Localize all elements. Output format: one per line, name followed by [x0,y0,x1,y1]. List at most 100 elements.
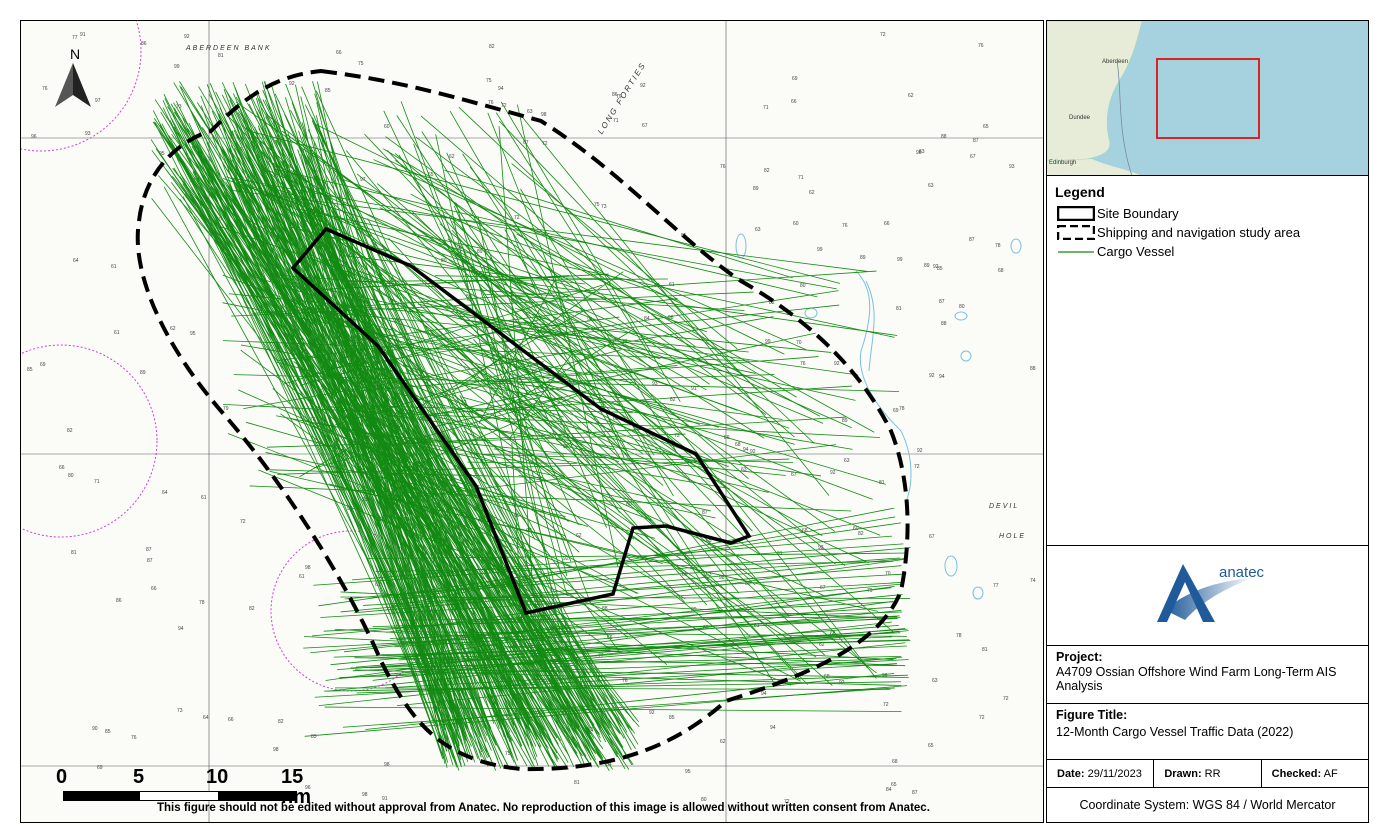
sounding: 71 [94,479,100,485]
map-canvas[interactable]: 89 63 60 97 71 78 95 99 65 92 75 71 98 91 67 83 76 62 97 80… [20,20,1044,823]
drawn-value: RR [1204,768,1221,780]
sounding: 65 [891,782,897,788]
sounding: 87 [147,558,153,564]
scale-bar: 0 5 10 15 nm [41,766,311,807]
cargo-vessel-tracks [150,81,911,771]
sounding: 63 [527,109,533,115]
legend-item-study-area: Shipping and navigation study area [1055,223,1360,242]
sounding: 99 [174,64,180,70]
sounding: 72 [240,519,246,525]
sounding: 63 [932,678,938,684]
sounding: 70 [796,340,802,346]
side-panel: Aberdeen Dundee Edinburgh Legend Site Bo… [1046,20,1369,823]
sounding: 98 [305,565,311,571]
sounding: 67 [642,123,648,129]
sounding: 89 [140,370,146,376]
sounding: 98 [362,792,368,798]
logo-word: anatec [1219,564,1265,581]
sounding: 82 [67,428,73,434]
sounding: 78 [199,600,205,606]
sounding: 62 [449,154,455,160]
date-label: Date: [1057,768,1085,780]
cargo-vessel-swatch-icon [1058,251,1094,253]
figure-title-text: 12-Month Cargo Vessel Traffic Data (2022… [1056,725,1294,739]
sounding: 68 [998,268,1004,274]
sounding: 76 [800,361,806,367]
sounding: 79 [867,588,873,594]
inset-label-aberdeen: Aberdeen [1102,59,1128,65]
drawn-cell: Drawn: RR [1154,760,1262,787]
sounding: 78 [995,243,1001,249]
sounding: 93 [1009,164,1015,170]
sounding: 85 [105,729,111,735]
legend-item-cargo-vessel: Cargo Vessel [1055,242,1360,261]
sounding: 92 [917,448,923,454]
sounding: 87 [969,237,975,243]
sounding: 66 [151,586,157,592]
north-arrow-icon: N [49,45,97,133]
sounding: 98 [384,762,390,768]
sounding: 76 [720,164,726,170]
sounding: 82 [489,44,495,50]
vessel-track [339,177,678,301]
sounding: 72 [1003,696,1009,702]
inset-land [1047,21,1143,162]
vessel-track [415,136,696,348]
sounding: 82 [249,606,255,612]
disclaimer: This figure should not be edited without… [157,802,930,814]
sounding: 64 [203,715,209,721]
inset-map-layer: Aberdeen Dundee Edinburgh [1047,21,1260,175]
sounding: 63 [741,467,747,473]
sounding: 72 [514,215,520,221]
scale-tick-10: 10 [206,766,229,788]
inset-map[interactable]: Aberdeen Dundee Edinburgh [1047,21,1368,176]
sounding: 87 [146,547,152,553]
sounding: 78 [899,406,905,412]
sounding: 60 [793,221,799,227]
sounding: 67 [970,154,976,160]
figure-title-label: Figure Title: [1056,708,1128,722]
scale-track [63,791,297,801]
sounding: 72 [914,464,920,470]
sounding: 75 [358,61,364,67]
vessel-track [372,621,892,681]
sounding: 85 [669,715,675,721]
sounding: 63 [755,227,761,233]
sounding: 94 [770,725,776,731]
sounding: 67 [820,585,826,591]
sounding: 81 [574,780,580,786]
sounding: 66 [791,99,797,105]
legend: Legend Site Boundary Shipping and naviga… [1047,176,1368,546]
sounding: 82 [858,531,864,537]
sounding: 80 [800,283,806,289]
inset-extent-frame [1156,58,1260,139]
sounding: 81 [982,647,988,653]
vessel-track [511,163,738,350]
scale-tick-5: 5 [133,766,145,788]
inset-label-dundee: Dundee [1069,115,1091,121]
chart-layer: 8963609771789599659275719891678376629780… [21,21,1043,822]
sounding: 83 [311,734,317,740]
sounding: 78 [956,633,962,639]
sounding: 71 [798,175,804,181]
sounding: 68 [892,759,898,765]
sounding: 61 [111,264,117,270]
sounding: 99 [817,247,823,253]
sounding: 63 [919,149,925,155]
sounding: 91 [691,386,697,392]
sounding: 81 [218,53,224,59]
sounding: 82 [278,719,284,725]
legend-label: Site Boundary [1097,206,1179,221]
sounding: 73 [177,708,183,714]
sounding: 98 [541,112,547,118]
sounding: 73 [601,204,607,210]
sounding: 76 [131,735,137,741]
sounding: 81 [71,550,77,556]
scale-tick-0: 0 [56,766,68,788]
sounding: 89 [924,263,930,269]
sounding: 94 [939,374,945,380]
sounding: 65 [928,743,934,749]
sounding: 98 [273,747,279,753]
vessel-track [210,186,591,735]
sounding: 90 [92,726,98,732]
